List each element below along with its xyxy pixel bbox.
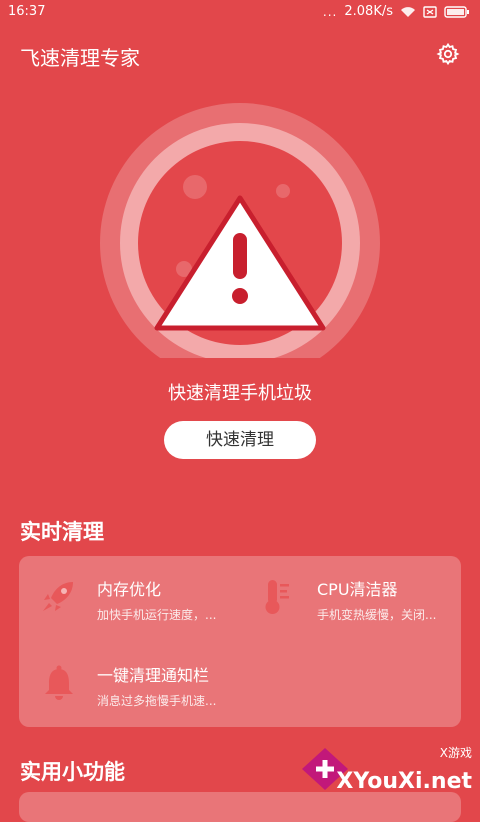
site-watermark: X游戏 XYouXi.net	[300, 744, 476, 794]
bell-icon	[39, 662, 79, 702]
quick-clean-button[interactable]: 快速清理	[164, 421, 316, 459]
wifi-icon	[400, 6, 416, 18]
status-right: ... 2.08K/s	[323, 4, 470, 19]
section-title-tools: 实用小功能	[20, 760, 125, 784]
app-title: 飞速清理专家	[20, 46, 140, 70]
feature-memory-desc: 加快手机运行速度，...	[97, 608, 217, 622]
cleanup-hero	[100, 103, 380, 358]
sim-icon	[423, 5, 437, 18]
gear-icon[interactable]	[436, 42, 460, 66]
feature-memory-title: 内存优化	[97, 580, 162, 599]
warning-icon	[154, 195, 326, 331]
tools-card	[19, 792, 461, 822]
hero-tagline: 快速清理手机垃圾	[168, 383, 312, 404]
feature-notification-desc: 消息过多拖慢手机速...	[97, 694, 217, 708]
network-speed: 2.08K/s	[344, 4, 393, 19]
status-time: 16:37	[8, 4, 46, 19]
realtime-card: 内存优化 加快手机运行速度，... CPU清洁器 手机变热缓慢，关闭... 一键…	[19, 556, 461, 727]
feature-notification-title: 一键清理通知栏	[97, 666, 210, 685]
thermometer-icon	[259, 576, 299, 616]
watermark-sub: X游戏	[439, 746, 472, 760]
rocket-icon	[39, 576, 79, 616]
section-title-realtime: 实时清理	[20, 520, 104, 544]
signal-dots: ...	[322, 4, 338, 19]
feature-cpu-desc: 手机变热缓慢，关闭...	[317, 608, 437, 622]
status-bar: 16:37 ... 2.08K/s	[0, 0, 480, 24]
feature-cpu-title: CPU清洁器	[317, 580, 398, 599]
watermark-main: XYouXi.net	[336, 769, 472, 794]
battery-icon	[444, 5, 470, 18]
